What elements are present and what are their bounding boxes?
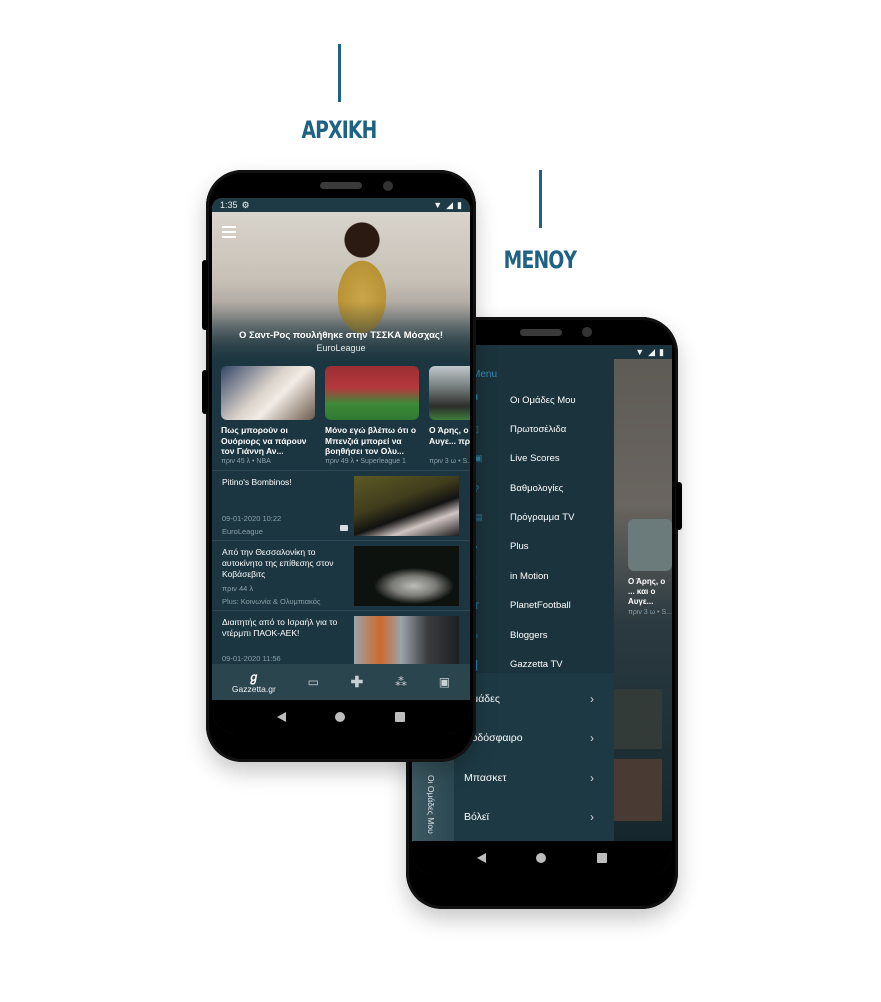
- featured-cards: Πως μπορούν οι Ουόριορς να πάρουν τον Γι…: [221, 366, 470, 465]
- article-list: Pitino's Bombinos! 09-01-2020 10:22 Euro…: [212, 470, 470, 680]
- hero-category: EuroLeague: [316, 343, 366, 353]
- comment-icon: [340, 525, 348, 531]
- motion-icon: ‹: [474, 572, 488, 582]
- back-icon[interactable]: [276, 712, 286, 722]
- side-button: [202, 260, 208, 330]
- tab-front-pages[interactable]: ▣: [438, 674, 451, 689]
- planet-football-icon: T: [474, 600, 480, 611]
- recent-apps-icon[interactable]: [596, 853, 607, 863]
- signal-icon: ◢: [648, 346, 656, 357]
- tab-gazzetta[interactable]: ℊ Gazzetta.gr: [232, 669, 276, 694]
- chevron-right-icon: ›: [590, 730, 594, 745]
- system-nav-bar: [412, 841, 672, 875]
- article-image: [354, 546, 459, 606]
- card-image: [429, 366, 470, 420]
- menu-label-line: [539, 170, 542, 228]
- featured-card[interactable]: Ο Άρης, ο ... και ο Αυγε... προετοιμ... …: [429, 366, 470, 465]
- home-section-label: ΑΡΧΙΚΗ: [301, 116, 377, 144]
- tv-schedule-icon: ▤: [474, 512, 483, 522]
- speaker: [520, 329, 562, 336]
- signal-icon: ◢: [446, 199, 454, 210]
- recent-apps-icon[interactable]: [395, 712, 406, 722]
- card-image: [325, 366, 419, 420]
- back-icon[interactable]: [477, 853, 487, 863]
- chevron-right-icon: ›: [590, 770, 594, 785]
- battery-icon: ▮: [659, 346, 664, 357]
- newspaper-icon: ▯: [474, 424, 479, 434]
- featured-card[interactable]: Μόνο εγώ βλέπω ότι ο Μπενζιά μπορεί να β…: [325, 366, 419, 465]
- calendar-icon: ▭: [307, 674, 319, 689]
- gazzetta-logo-icon: ℊ: [247, 669, 260, 684]
- article-image: [612, 689, 662, 749]
- plus-icon: ✚: [350, 673, 364, 691]
- hamburger-menu-icon[interactable]: [222, 226, 236, 241]
- chevron-right-icon: ›: [590, 809, 594, 824]
- gear-icon: ⚙: [241, 199, 250, 210]
- system-nav-bar: [212, 700, 470, 734]
- featured-card[interactable]: Πως μπορούν οι Ουόριορς να πάρουν τον Γι…: [221, 366, 315, 465]
- speaker: [320, 182, 362, 189]
- side-button: [202, 370, 208, 414]
- card-meta: πριν 3 ω • S...: [628, 609, 672, 616]
- front-camera: [582, 327, 592, 337]
- bottom-navigation: ℊ Gazzetta.gr ▭ ✚ ⁂ ▣: [212, 664, 470, 700]
- home-label-line: [338, 44, 341, 102]
- home-icon[interactable]: [536, 853, 547, 863]
- article-image: [612, 759, 662, 821]
- article-image: [354, 476, 459, 536]
- front-camera: [383, 181, 393, 191]
- home-phone-frame: 1:35 ⚙ ▼ ◢ ▮ Ο Σαντ-Ρος πουλήθηκε στην Τ…: [202, 170, 476, 762]
- chevron-right-icon: ›: [590, 691, 594, 706]
- status-bar: 1:35 ⚙ ▼ ◢ ▮: [212, 198, 470, 212]
- card-title: Ο Άρης, ο ... και ο Αυγε... προετοιμ...: [628, 577, 666, 606]
- menu-section-label: ΜΕΝΟΥ: [503, 246, 577, 274]
- article-row[interactable]: Pitino's Bombinos! 09-01-2020 10:22 Euro…: [212, 470, 470, 540]
- blogger-icon: ♪: [474, 630, 479, 641]
- home-icon[interactable]: [335, 712, 346, 722]
- side-button: [676, 482, 682, 530]
- teams-icon: ⁂: [394, 674, 407, 689]
- card-image: [628, 519, 672, 571]
- wifi-icon: ▼: [433, 199, 443, 210]
- hero-article[interactable]: Ο Σαντ-Ρος πουλήθηκε στην ΤΣΣΚΑ Μόσχας! …: [212, 212, 470, 362]
- status-time: 1:35: [220, 200, 238, 210]
- wifi-icon: ▼: [635, 346, 645, 357]
- tab-teams[interactable]: ⁂: [394, 674, 407, 689]
- home-content-behind-menu: Ο Άρης, ο ... και ο Αυγε... προετοιμ... …: [612, 359, 672, 841]
- tab-plus[interactable]: ✚: [350, 673, 364, 691]
- shirt-icon: ▘: [474, 395, 481, 405]
- hero-title: Ο Σαντ-Ρος πουλήθηκε στην ΤΣΣΚΑ Μόσχας!: [238, 330, 444, 341]
- battery-icon: ▮: [457, 199, 462, 210]
- home-screen: 1:35 ⚙ ▼ ◢ ▮ Ο Σαντ-Ρος πουλήθηκε στην Τ…: [212, 198, 470, 734]
- article-row[interactable]: Από την Θεσσαλονίκη το αυτοκίνητο της επ…: [212, 540, 470, 610]
- card-image: [221, 366, 315, 420]
- newspaper-icon: ▣: [438, 674, 451, 689]
- plus-icon: ▪: [474, 542, 488, 552]
- my-teams-side-tab-label: Οι Ομάδες Μου: [426, 775, 436, 834]
- tv-icon: ▌: [474, 659, 481, 670]
- trophy-icon: ?: [474, 483, 480, 494]
- tab-calendar[interactable]: ▭: [307, 674, 319, 689]
- scoreboard-icon: ▣: [474, 453, 483, 463]
